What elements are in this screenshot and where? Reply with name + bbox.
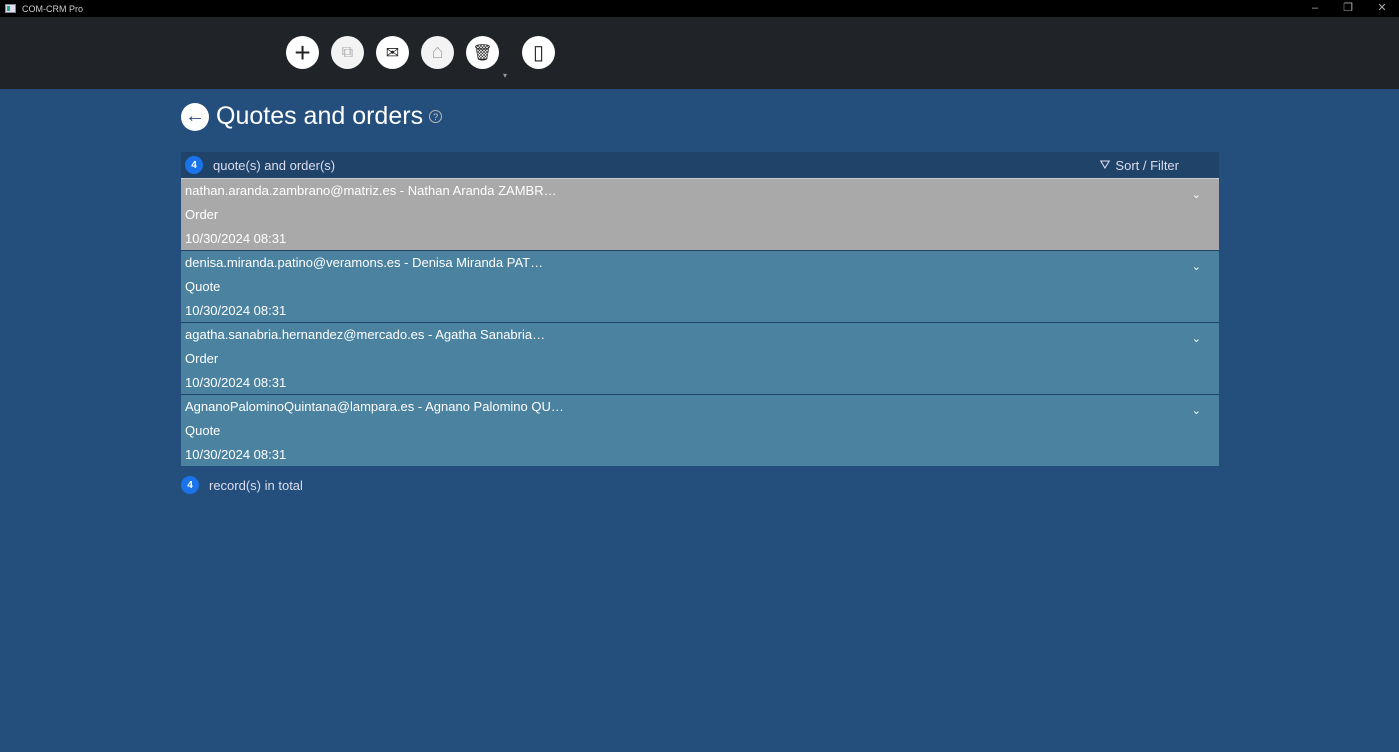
- total-label: record(s) in total: [209, 478, 303, 493]
- plus-icon: +: [294, 37, 310, 69]
- trash-icon: 🗑: [472, 43, 492, 63]
- email-send-icon: ✉: [386, 43, 399, 63]
- item-type: Quote: [185, 279, 1215, 303]
- store-icon: ⌂: [431, 41, 443, 64]
- count-label: quote(s) and order(s): [213, 158, 335, 173]
- page-title: Quotes and orders: [216, 102, 423, 131]
- list-footer: 4 record(s) in total: [181, 476, 303, 494]
- item-contact: agatha.sanabria.hernandez@mercado.es - A…: [185, 327, 1215, 351]
- sort-filter-button[interactable]: ⛛ Sort / Filter: [1100, 157, 1180, 173]
- item-contact: AgnanoPalominoQuintana@lampara.es - Agna…: [185, 399, 1215, 423]
- delete-dropdown-caret[interactable]: ▾: [503, 71, 507, 80]
- filter-icon: ⛛: [1100, 157, 1111, 173]
- item-contact: nathan.aranda.zambrano@matriz.es - Natha…: [185, 183, 1215, 207]
- window-title: COM-CRM Pro: [22, 4, 83, 14]
- item-type: Order: [185, 207, 1215, 231]
- list-item[interactable]: agatha.sanabria.hernandez@mercado.es - A…: [181, 322, 1219, 394]
- item-type: Order: [185, 351, 1215, 375]
- book-button[interactable]: ▯: [522, 36, 555, 69]
- item-contact: denisa.miranda.patino@veramons.es - Deni…: [185, 255, 1215, 279]
- add-button[interactable]: +: [286, 36, 319, 69]
- store-button[interactable]: ⌂: [421, 36, 454, 69]
- toolbar: + ⧉ ✉ ⌂ 🗑 ▾ ▯: [0, 17, 1399, 89]
- chevron-down-icon[interactable]: ⌄: [1192, 183, 1201, 207]
- list-header: 4 quote(s) and order(s) ⛛ Sort / Filter: [181, 152, 1219, 178]
- page-heading: ← Quotes and orders ?: [181, 102, 442, 131]
- send-email-button[interactable]: ✉: [376, 36, 409, 69]
- list-item[interactable]: AgnanoPalominoQuintana@lampara.es - Agna…: [181, 394, 1219, 466]
- list-item[interactable]: nathan.aranda.zambrano@matriz.es - Natha…: [181, 178, 1219, 250]
- item-date: 10/30/2024 08:31: [185, 447, 1215, 471]
- sort-filter-label: Sort / Filter: [1115, 158, 1179, 173]
- minimize-button[interactable]: –: [1300, 0, 1330, 17]
- arrow-left-icon: ←: [185, 105, 205, 128]
- item-type: Quote: [185, 423, 1215, 447]
- delete-button[interactable]: 🗑: [466, 36, 499, 69]
- list-item[interactable]: denisa.miranda.patino@veramons.es - Deni…: [181, 250, 1219, 322]
- count-badge: 4: [185, 156, 203, 174]
- restore-button[interactable]: ❐: [1333, 0, 1363, 17]
- close-button[interactable]: ✕: [1367, 0, 1397, 17]
- copy-button[interactable]: ⧉: [331, 36, 364, 69]
- total-badge: 4: [181, 476, 199, 494]
- book-icon: ▯: [533, 40, 544, 65]
- help-icon[interactable]: ?: [429, 110, 442, 123]
- back-button[interactable]: ←: [181, 103, 209, 131]
- copy-icon: ⧉: [342, 44, 353, 62]
- chevron-down-icon[interactable]: ⌄: [1192, 255, 1201, 279]
- quotes-list: 4 quote(s) and order(s) ⛛ Sort / Filter …: [181, 152, 1219, 466]
- chevron-down-icon[interactable]: ⌄: [1192, 327, 1201, 351]
- title-bar: COM-CRM Pro – ❐ ✕: [0, 0, 1399, 17]
- app-icon: [5, 4, 16, 13]
- chevron-down-icon[interactable]: ⌄: [1192, 399, 1201, 423]
